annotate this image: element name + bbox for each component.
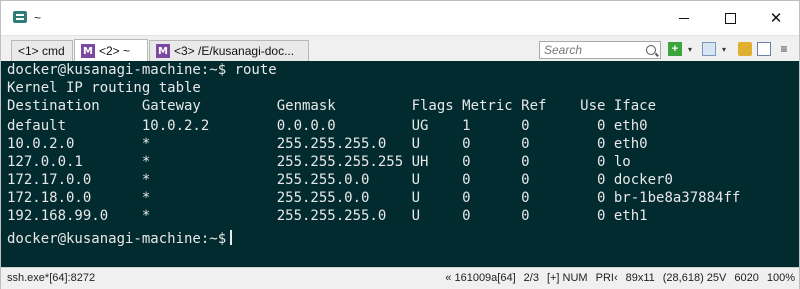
status-numlock: [+] NUM [546, 272, 588, 284]
new-console-dropdown-icon[interactable]: ▾ [683, 42, 697, 56]
window-title: ~ [34, 11, 42, 25]
status-bar: ssh.exe*[64]:8272 « 161009a[64] 2/3 [+] … [1, 267, 799, 289]
status-server[interactable]: « 161009a[64] [445, 272, 515, 284]
title-bar: ~ ✕ [1, 1, 799, 35]
search-input[interactable]: Search [539, 41, 661, 59]
tab-bar: <1> cmd M <2> ~ M <3> /E/kusanagi-doc...… [1, 35, 799, 62]
lock-icon[interactable] [738, 42, 752, 56]
status-zoom[interactable]: 100% [767, 272, 795, 284]
console-window: ~ ✕ <1> cmd M <2> ~ M <3> /E/kusanagi-do… [0, 0, 800, 289]
tab-label: <2> ~ [99, 44, 131, 58]
terminal-line: Kernel IP routing table [7, 80, 201, 96]
terminal-line: 172.18.0.0 * 255.255.0.0 U 0 0 0 br-1be8… [7, 190, 741, 206]
status-items: « 161009a[64] 2/3 [+] NUM PRI‹ 89x11 (28… [445, 272, 795, 284]
close-button[interactable]: ✕ [753, 1, 799, 35]
maximize-button[interactable] [707, 1, 753, 35]
menu-icon[interactable]: ≡ [777, 42, 791, 56]
search-placeholder: Search [544, 43, 583, 57]
tab-kusanagi-doc[interactable]: M <3> /E/kusanagi-doc... [149, 40, 309, 61]
window-mode-icon[interactable] [702, 42, 716, 56]
status-cursor-pos: (28,618) 25V [662, 272, 727, 284]
prompt-line[interactable]: docker@kusanagi-machine:~$ [7, 230, 233, 248]
tab-label: <1> cmd [18, 44, 65, 58]
tab-home[interactable]: M <2> ~ [74, 39, 148, 62]
status-console-index[interactable]: 2/3 [524, 272, 539, 284]
process-info[interactable]: ssh.exe*[64]:8272 [7, 272, 95, 284]
maximize-icon [724, 12, 736, 24]
prompt-text: docker@kusanagi-machine:~$ [7, 231, 227, 247]
terminal-line: 10.0.2.0 * 255.255.255.0 U 0 0 0 eth0 [7, 136, 648, 152]
terminal-line: 127.0.0.1 * 255.255.255.255 UH 0 0 0 lo [7, 154, 631, 170]
terminal-line: 192.168.99.0 * 255.255.255.0 U 0 0 0 eth… [7, 208, 648, 224]
tab-cmd[interactable]: <1> cmd [11, 40, 73, 61]
text-cursor [230, 230, 233, 245]
terminal-line: docker@kusanagi-machine:~$ route [7, 62, 277, 78]
terminal-line: default 10.0.2.2 0.0.0.0 UG 1 0 0 eth0 [7, 118, 648, 134]
new-console-button[interactable]: + [668, 42, 682, 56]
status-pid: 6020 [734, 272, 759, 284]
status-priority[interactable]: PRI‹ [596, 272, 618, 284]
search-icon[interactable] [646, 45, 656, 55]
tab-label: <3> /E/kusanagi-doc... [174, 44, 295, 58]
terminal-output[interactable]: docker@kusanagi-machine:~$ route Kernel … [1, 61, 799, 267]
minimize-button[interactable] [661, 1, 707, 35]
msys-icon: M [156, 44, 170, 58]
msys-icon: M [81, 44, 95, 58]
split-panel-icon[interactable] [757, 42, 771, 56]
console-app-icon[interactable] [13, 11, 27, 23]
window-mode-dropdown-icon[interactable]: ▾ [717, 42, 731, 56]
close-icon: ✕ [769, 10, 783, 27]
terminal-line: Destination Gateway Genmask Flags Metric… [7, 98, 657, 114]
minimize-icon [679, 17, 689, 19]
status-size[interactable]: 89x11 [626, 272, 655, 284]
terminal-line: 172.17.0.0 * 255.255.0.0 U 0 0 0 docker0 [7, 172, 673, 188]
